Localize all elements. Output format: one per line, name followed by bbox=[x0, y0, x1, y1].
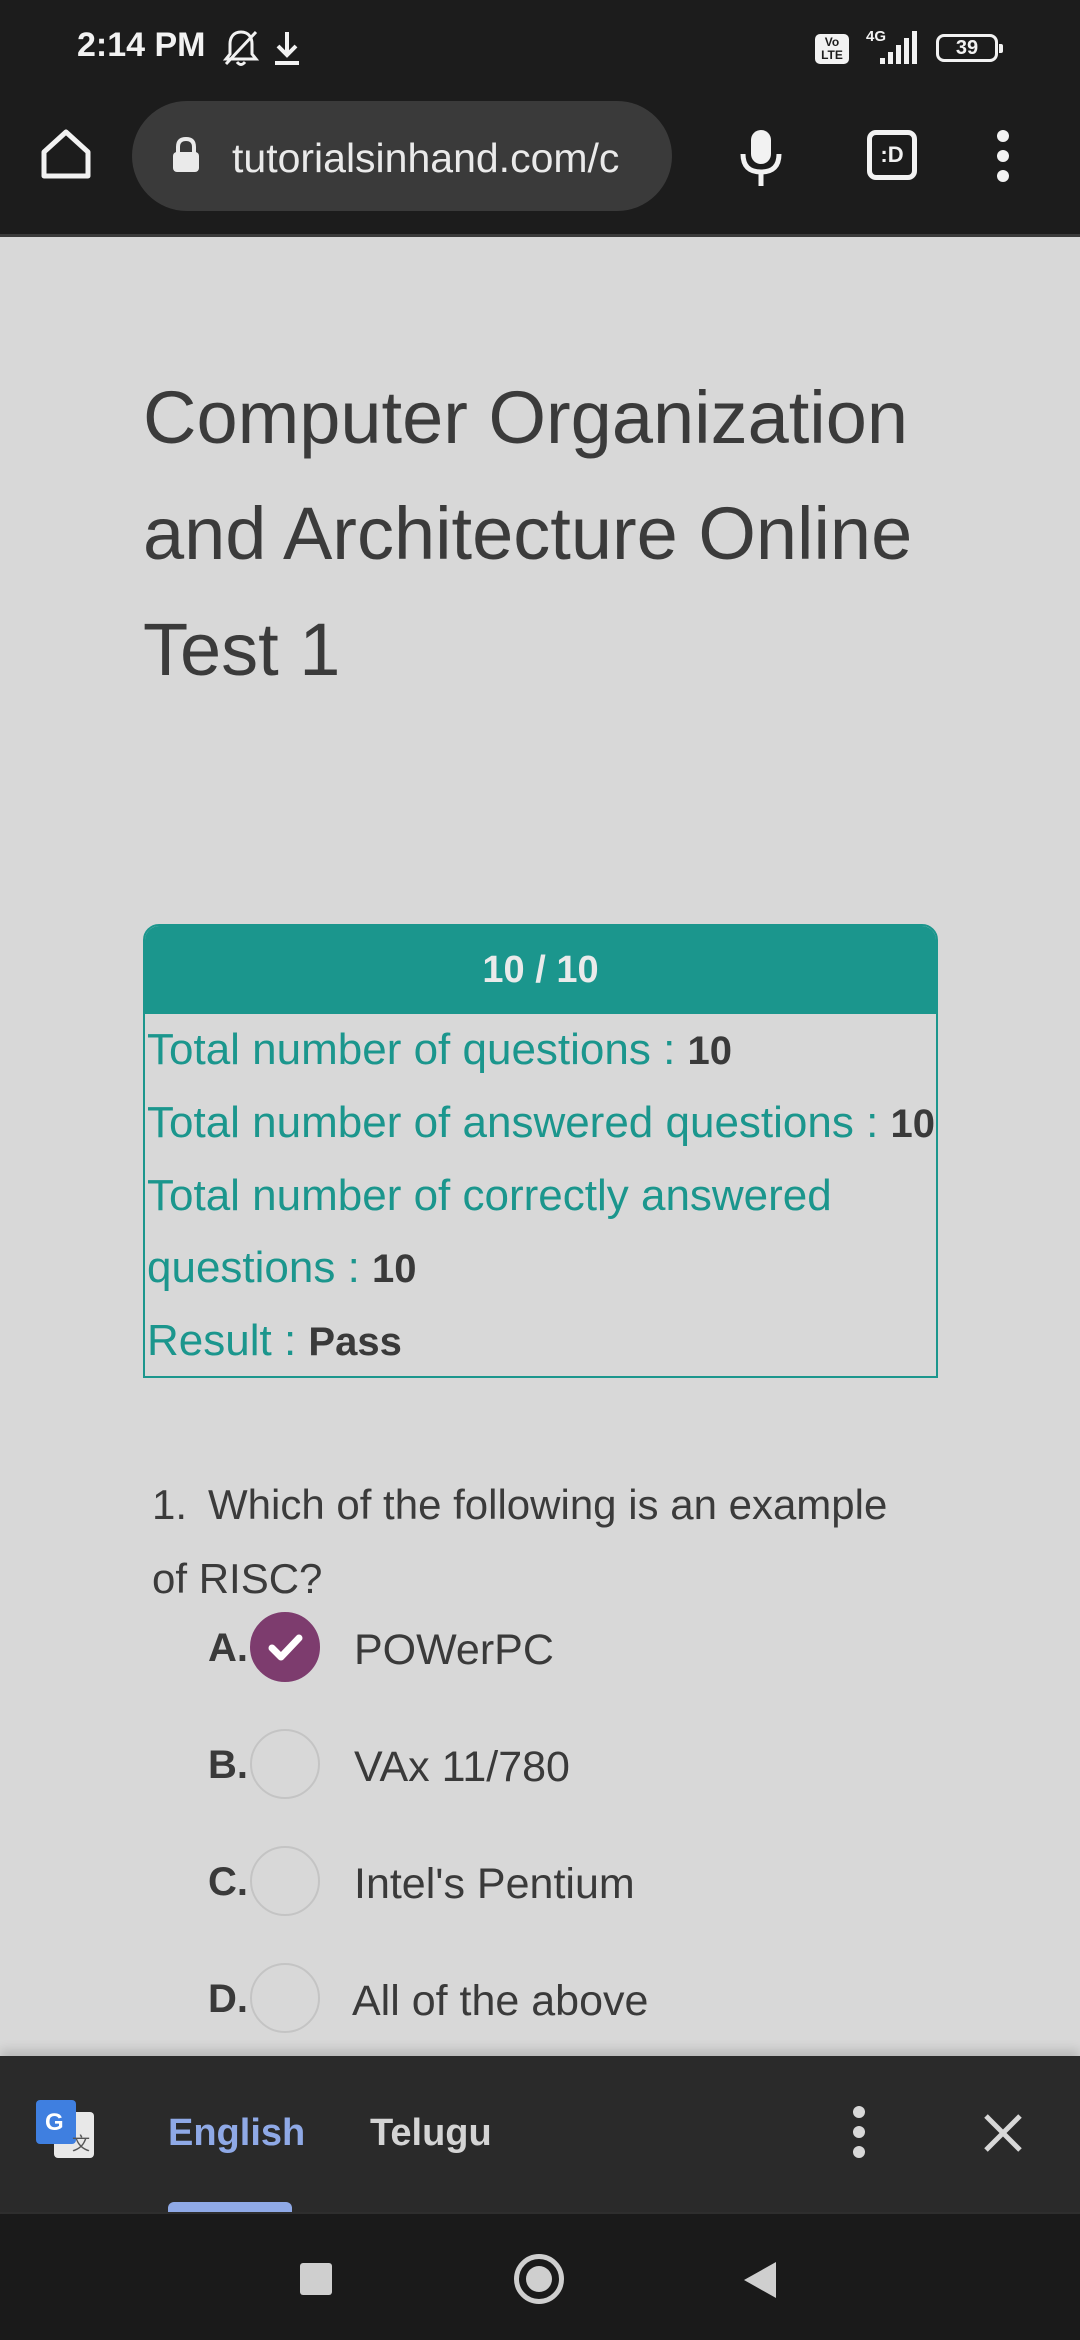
active-language-indicator bbox=[168, 2202, 292, 2212]
google-translate-icon: G 文 bbox=[36, 2100, 94, 2158]
lock-icon[interactable] bbox=[170, 135, 202, 175]
battery-icon: 39 bbox=[936, 34, 1003, 62]
status-time: 2:14 PM bbox=[77, 26, 206, 64]
download-icon bbox=[275, 32, 299, 65]
result-line-result: Result : Pass bbox=[145, 1305, 936, 1378]
result-summary: 10 / 10 Total number of questions : 10 T… bbox=[143, 924, 938, 1378]
option-letter: A. bbox=[208, 1626, 248, 1670]
option-radio[interactable] bbox=[250, 1963, 320, 2033]
system-nav-bar bbox=[0, 2212, 1080, 2340]
result-line-total: Total number of questions : 10 bbox=[145, 1014, 936, 1087]
option-radio[interactable] bbox=[250, 1846, 320, 1916]
home-icon-dot bbox=[526, 2266, 552, 2292]
tab-switcher-icon[interactable]: :D bbox=[867, 130, 917, 180]
result-value: 10 bbox=[890, 1102, 936, 1146]
result-line-correct: Total number of correctly answered quest… bbox=[145, 1160, 936, 1305]
option-label: VAx 11/780 bbox=[354, 1743, 570, 1791]
svg-text:G: G bbox=[45, 2109, 64, 2136]
result-value: Pass bbox=[308, 1320, 402, 1364]
score-header: 10 / 10 bbox=[145, 926, 936, 1014]
language-tab-telugu[interactable]: Telugu bbox=[370, 2112, 492, 2155]
more-vert-icon[interactable] bbox=[988, 126, 1018, 186]
notifications-off-icon bbox=[222, 30, 260, 66]
status-bar: 2:14 PM Vo LTE 4G 39 bbox=[0, 0, 1080, 96]
recents-icon[interactable] bbox=[300, 2263, 332, 2295]
question-text: Which of the following is an example of … bbox=[152, 1481, 888, 1602]
svg-text:文: 文 bbox=[72, 2134, 90, 2155]
option-letter: B. bbox=[208, 1743, 248, 1787]
result-label: Total number of questions : bbox=[147, 1025, 688, 1074]
option-b[interactable]: B. VAx 11/780 bbox=[208, 1729, 948, 1805]
option-d[interactable]: D. All of the above bbox=[208, 1963, 948, 2039]
option-a[interactable]: A. POWerPC bbox=[208, 1612, 948, 1688]
page-title: Computer Organization and Architecture O… bbox=[143, 376, 913, 691]
home-icon[interactable] bbox=[514, 2254, 564, 2304]
language-tab-english[interactable]: English bbox=[168, 2112, 305, 2155]
question-number: 1. bbox=[152, 1481, 188, 1528]
option-label: All of the above bbox=[352, 1977, 649, 2025]
check-icon bbox=[268, 1634, 303, 1661]
option-radio-checked[interactable] bbox=[250, 1612, 320, 1682]
mic-icon[interactable] bbox=[736, 126, 786, 190]
question-1: 1. Which of the following is an example o… bbox=[152, 1468, 932, 1616]
result-label: Total number of correctly answered quest… bbox=[147, 1171, 832, 1292]
result-label: Total number of answered questions : bbox=[147, 1098, 891, 1147]
result-line-answered: Total number of answered questions : 10 bbox=[145, 1087, 936, 1160]
address-bar[interactable]: tutorialsinhand.com/c bbox=[132, 101, 672, 211]
home-icon[interactable] bbox=[38, 126, 94, 182]
battery-level: 39 bbox=[955, 37, 979, 59]
back-icon[interactable] bbox=[742, 2260, 780, 2300]
url-text: tutorialsinhand.com/c bbox=[232, 135, 620, 181]
result-label: Result : bbox=[147, 1316, 309, 1365]
option-label: POWerPC bbox=[354, 1626, 554, 1674]
option-letter: C. bbox=[208, 1860, 248, 1904]
option-letter: D. bbox=[208, 1977, 248, 2021]
result-value: 10 bbox=[372, 1247, 417, 1291]
close-icon[interactable] bbox=[982, 2112, 1024, 2154]
option-c[interactable]: C. Intel's Pentium bbox=[208, 1846, 948, 1922]
volte-icon: Vo LTE bbox=[815, 34, 849, 64]
tab-switcher-label: :D bbox=[880, 142, 904, 167]
browser-toolbar: tutorialsinhand.com/c :D bbox=[0, 96, 1080, 237]
option-label: Intel's Pentium bbox=[354, 1860, 635, 1908]
option-radio[interactable] bbox=[250, 1729, 320, 1799]
signal-icon bbox=[880, 31, 917, 64]
result-value: 10 bbox=[687, 1029, 733, 1073]
more-vert-icon[interactable] bbox=[846, 2104, 872, 2160]
translate-bar: G 文 English Telugu bbox=[0, 2056, 1080, 2212]
